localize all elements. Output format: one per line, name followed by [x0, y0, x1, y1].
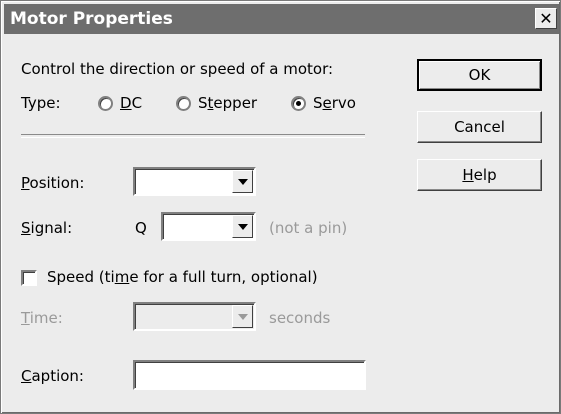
- radio-stepper[interactable]: [176, 96, 191, 111]
- motor-properties-dialog: Motor Properties ✕ Control the direction…: [0, 0, 561, 414]
- caption-input[interactable]: [133, 360, 366, 390]
- position-dropdown-button[interactable]: [232, 170, 253, 193]
- ok-button[interactable]: OK: [417, 59, 542, 91]
- close-icon: ✕: [539, 8, 553, 28]
- title-bar[interactable]: Motor Properties ✕: [4, 4, 559, 34]
- type-label: Type:: [21, 94, 61, 112]
- cancel-button[interactable]: Cancel: [417, 111, 542, 143]
- radio-dc-label[interactable]: DC: [120, 94, 142, 112]
- position-label: Position:: [21, 174, 85, 192]
- time-label: Time:: [21, 309, 63, 327]
- chevron-down-icon: [237, 313, 248, 320]
- chevron-down-icon: [237, 178, 248, 185]
- help-button[interactable]: Help: [417, 159, 542, 191]
- position-dropdown[interactable]: [133, 167, 256, 196]
- chevron-down-icon: [237, 223, 248, 230]
- signal-dropdown[interactable]: [161, 212, 256, 241]
- signal-hint: (not a pin): [269, 219, 348, 237]
- intro-text: Control the direction or speed of a moto…: [21, 60, 334, 78]
- time-dropdown: [133, 302, 256, 331]
- speed-label[interactable]: Speed (time for a full turn, optional): [47, 268, 318, 286]
- radio-stepper-label[interactable]: Stepper: [198, 94, 257, 112]
- dialog-title: Motor Properties: [10, 9, 173, 29]
- signal-label: Signal:: [21, 219, 73, 237]
- time-unit: seconds: [269, 309, 331, 327]
- radio-servo-label[interactable]: Servo: [313, 94, 356, 112]
- close-button[interactable]: ✕: [535, 8, 557, 29]
- time-dropdown-button: [232, 305, 253, 328]
- signal-dropdown-button[interactable]: [232, 215, 253, 238]
- radio-servo[interactable]: [291, 96, 306, 111]
- signal-prefix: Q: [135, 219, 147, 237]
- radio-dc[interactable]: [98, 96, 113, 111]
- speed-checkbox[interactable]: [21, 270, 37, 286]
- separator: [21, 134, 365, 138]
- caption-label: Caption:: [21, 367, 84, 385]
